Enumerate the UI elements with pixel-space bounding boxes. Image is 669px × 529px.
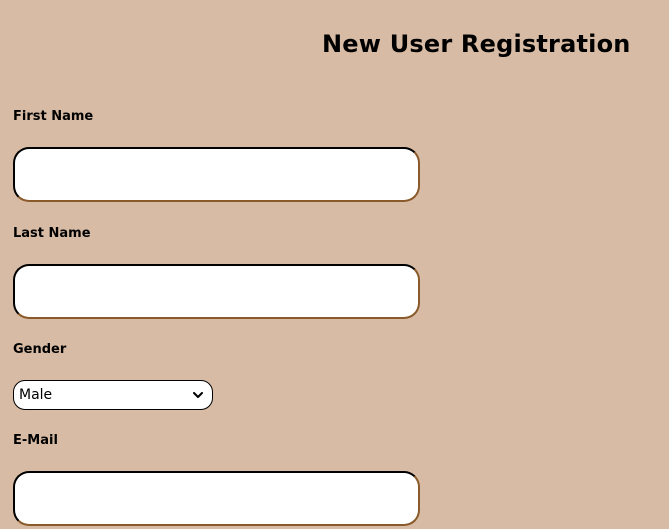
gender-label: Gender <box>13 342 67 357</box>
first-name-label: First Name <box>13 109 94 124</box>
chevron-down-icon <box>192 389 204 401</box>
email-field[interactable] <box>13 471 420 526</box>
page-title: New User Registration <box>322 30 631 58</box>
last-name-label: Last Name <box>13 226 91 241</box>
first-name-field[interactable] <box>13 147 420 202</box>
email-label: E-Mail <box>13 433 58 448</box>
gender-select[interactable]: Male <box>13 380 213 410</box>
gender-selected-value: Male <box>19 387 53 403</box>
last-name-field[interactable] <box>13 264 420 319</box>
